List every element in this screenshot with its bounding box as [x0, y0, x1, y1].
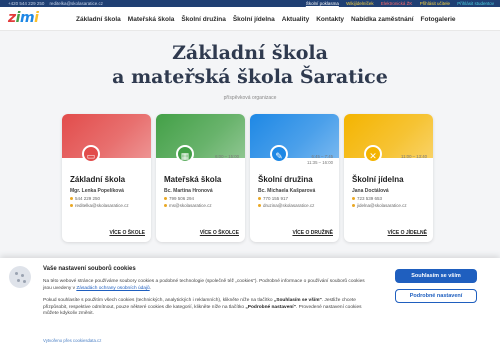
card-person: Jana Doctálová: [352, 188, 389, 194]
card-materska-skola: ▦ 6:00 – 15:00 Mateřská škola Bc. Martin…: [156, 114, 245, 242]
pencil-icon: ✎: [270, 145, 288, 163]
card-hours: 6:00 – 15:00: [215, 154, 239, 159]
phone-icon: [352, 197, 355, 201]
mail-icon: [258, 204, 261, 208]
phone-icon: [258, 197, 261, 201]
phone-icon: [70, 197, 73, 201]
card-skolni-jidelna: ✕ 11:00 – 13:40 Školní jídelna Jana Doct…: [344, 114, 433, 242]
card-email[interactable]: ms@skolasaratice.cz: [164, 203, 212, 208]
top-link-0[interactable]: Školní poklasma: [306, 1, 339, 6]
top-contact: +420 544 229 250 reditelka@skolasaratice…: [8, 0, 103, 7]
site-logo[interactable]: zimi: [8, 10, 40, 28]
card-image: [62, 114, 151, 158]
page-subtitle: příspěvková organizace: [223, 95, 277, 101]
phone-icon: [164, 197, 167, 201]
top-link-2[interactable]: Elektronická ŽK: [381, 1, 413, 6]
top-link-3[interactable]: Přihlásit učitele: [420, 1, 450, 6]
cookie-title: Vaše nastavení souborů cookies: [43, 266, 136, 272]
card-phone: 723 539 653: [352, 196, 382, 201]
card-person: Bc. Martina Hronová: [164, 188, 213, 194]
logo-letter: i: [34, 10, 39, 26]
cookie-settings-button[interactable]: Podrobné nastavení: [395, 289, 477, 303]
logo-letter: m: [19, 10, 35, 26]
nav-item-nabidka-zamestnani[interactable]: Nabídka zaměstnání: [351, 16, 414, 23]
cookie-text-1: Na této webové stránce používáme soubory…: [43, 279, 365, 291]
card-hours: 11:00 – 13:40: [401, 154, 427, 159]
page-title-line-1: Základní škola: [172, 42, 328, 64]
card-phone: 799 506 294: [164, 196, 194, 201]
site-header: zimi Základní škola Mateřská škola Školn…: [0, 7, 500, 31]
nav-item-skolni-druzina[interactable]: Školní družina: [181, 16, 225, 23]
cookie-icon: [9, 266, 31, 288]
top-link-4[interactable]: Přihlásit studentov: [457, 1, 494, 6]
nav-item-aktuality[interactable]: Aktuality: [282, 16, 309, 23]
card-hours: 6:45 – 7:45 11:35 – 16:00: [307, 154, 333, 165]
mail-icon: [70, 204, 73, 208]
card-title: Školní jídelna: [352, 175, 404, 184]
mail-icon: [352, 204, 355, 208]
card-image: [344, 114, 433, 158]
nav-item-fotogalerie[interactable]: Fotogalerie: [421, 16, 456, 23]
nav-item-materska-skola[interactable]: Mateřská škola: [128, 16, 175, 23]
card-person: Mgr. Lenka Popelíková: [70, 188, 124, 194]
card-title: Mateřská škola: [164, 175, 222, 184]
accept-all-button[interactable]: Souhlasím se vším: [395, 269, 477, 283]
card-skolni-druzina: ✎ 6:45 – 7:45 11:35 – 16:00 Školní družin…: [250, 114, 339, 242]
cookie-text-2: Pokud souhlasíte s použitím všech cookie…: [43, 298, 362, 316]
card-more-link[interactable]: VÍCE O DRUŽINĚ: [292, 230, 333, 236]
top-email[interactable]: reditelka@skolasaratice.cz: [49, 1, 103, 6]
card-title: Školní družina: [258, 175, 313, 184]
cookie-footer-link[interactable]: Vytvořeno přes cookiesdata.cz: [43, 338, 101, 343]
privacy-policy-link[interactable]: Zásadách ochrany osobních údajů: [76, 286, 149, 291]
card-title: Základní škola: [70, 175, 126, 184]
blocks-icon: ▦: [176, 145, 194, 163]
card-zakladni-skola: ▭ Základní škola Mgr. Lenka Popelíková 5…: [62, 114, 151, 242]
top-phone[interactable]: +420 544 229 250: [8, 1, 44, 6]
utensils-icon: ✕: [364, 145, 382, 163]
card-image: [250, 114, 339, 158]
card-more-link[interactable]: VÍCE O ŠKOLCE: [200, 230, 239, 236]
nav-item-zakladni-skola[interactable]: Základní škola: [76, 16, 121, 23]
mail-icon: [164, 204, 167, 208]
card-person: Bc. Michaela Kašparová: [258, 188, 316, 194]
card-email[interactable]: druzina@skolasaratice.cz: [258, 203, 314, 208]
card-email[interactable]: jidelna@skolasaratice.cz: [352, 203, 407, 208]
card-more-link[interactable]: VÍCE O JÍDELNĚ: [388, 230, 427, 236]
card-phone: 544 229 250: [70, 196, 100, 201]
top-bar: +420 544 229 250 reditelka@skolasaratice…: [0, 0, 500, 7]
logo-letter: z: [8, 10, 16, 26]
card-phone: 770 155 917: [258, 196, 288, 201]
nav-item-kontakty[interactable]: Kontakty: [316, 16, 344, 23]
top-link-1[interactable]: Wikijídelníček: [346, 1, 374, 6]
main-nav: Základní škola Mateřská škola Školní dru…: [76, 7, 463, 31]
card-email[interactable]: reditelka@skolasaratice.cz: [70, 203, 129, 208]
page-title-line-2: a mateřská škola Šaratice: [112, 66, 388, 88]
book-icon: ▭: [82, 145, 100, 163]
card-more-link[interactable]: VÍCE O ŠKOLE: [109, 230, 145, 236]
nav-item-skolni-jidelna[interactable]: Školní jídelna: [233, 16, 275, 23]
card-image: [156, 114, 245, 158]
top-links: Školní poklasma Wikijídelníček Elektroni…: [300, 0, 494, 7]
